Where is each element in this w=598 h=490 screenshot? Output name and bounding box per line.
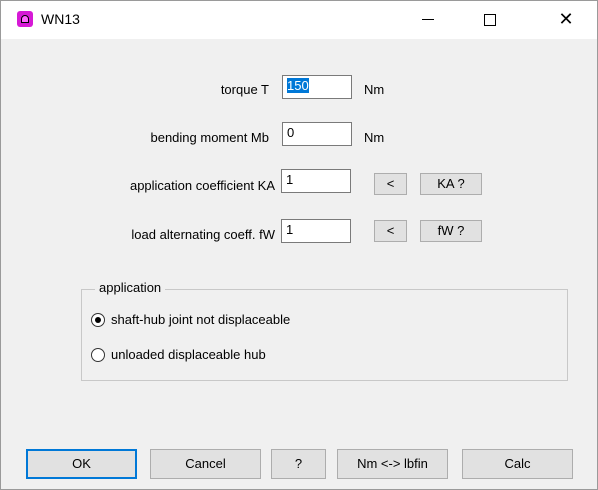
bending-moment-label: bending moment Mb [150, 130, 269, 145]
ka-pick-button[interactable]: < [374, 173, 407, 195]
ka-value: 1 [286, 172, 294, 187]
radio-shaft-hub-not-displaceable[interactable]: shaft-hub joint not displaceable [91, 312, 371, 330]
radio-label: unloaded displaceable hub [111, 347, 266, 362]
bending-moment-value: 0 [287, 125, 295, 140]
window-title: WN13 [41, 11, 80, 27]
ka-input[interactable]: 1 [281, 169, 351, 193]
help-button[interactable]: ? [271, 449, 326, 479]
minimize-icon [422, 19, 434, 21]
torque-label: torque T [220, 82, 269, 97]
fw-value: 1 [286, 222, 294, 237]
dialog-window: WN13 ✕ torque T 150 Nm bending moment Mb… [0, 0, 598, 490]
title-bar[interactable]: WN13 ✕ [1, 1, 597, 39]
calc-button[interactable]: Calc [462, 449, 573, 479]
fw-pick-button[interactable]: < [374, 220, 407, 242]
bending-moment-input[interactable]: 0 [282, 122, 352, 146]
maximize-button[interactable] [467, 1, 513, 39]
fw-input[interactable]: 1 [281, 219, 351, 243]
fw-label: load alternating coeff. fW [131, 227, 275, 242]
ka-label: application coefficient KA [129, 178, 275, 193]
radio-unchecked-icon [91, 348, 105, 362]
torque-unit: Nm [364, 82, 385, 97]
fw-help-button[interactable]: fW ? [420, 220, 482, 242]
close-button[interactable]: ✕ [543, 1, 589, 39]
torque-value: 150 [287, 78, 309, 93]
cancel-button[interactable]: Cancel [150, 449, 261, 479]
close-icon: ✕ [558, 9, 574, 30]
radio-checked-icon [91, 313, 105, 327]
ok-button[interactable]: OK [26, 449, 137, 479]
radio-label: shaft-hub joint not displaceable [111, 312, 291, 327]
ka-help-button[interactable]: KA ? [420, 173, 482, 195]
application-group [81, 289, 568, 381]
maximize-icon [484, 13, 496, 26]
minimize-button[interactable] [405, 1, 451, 39]
application-group-title: application [95, 280, 166, 295]
unit-convert-button[interactable]: Nm <-> lbfin [337, 449, 448, 479]
radio-unloaded-displaceable-hub[interactable]: unloaded displaceable hub [91, 347, 371, 365]
app-icon [17, 11, 33, 27]
torque-input[interactable]: 150 [282, 75, 352, 99]
bending-moment-unit: Nm [364, 130, 385, 145]
